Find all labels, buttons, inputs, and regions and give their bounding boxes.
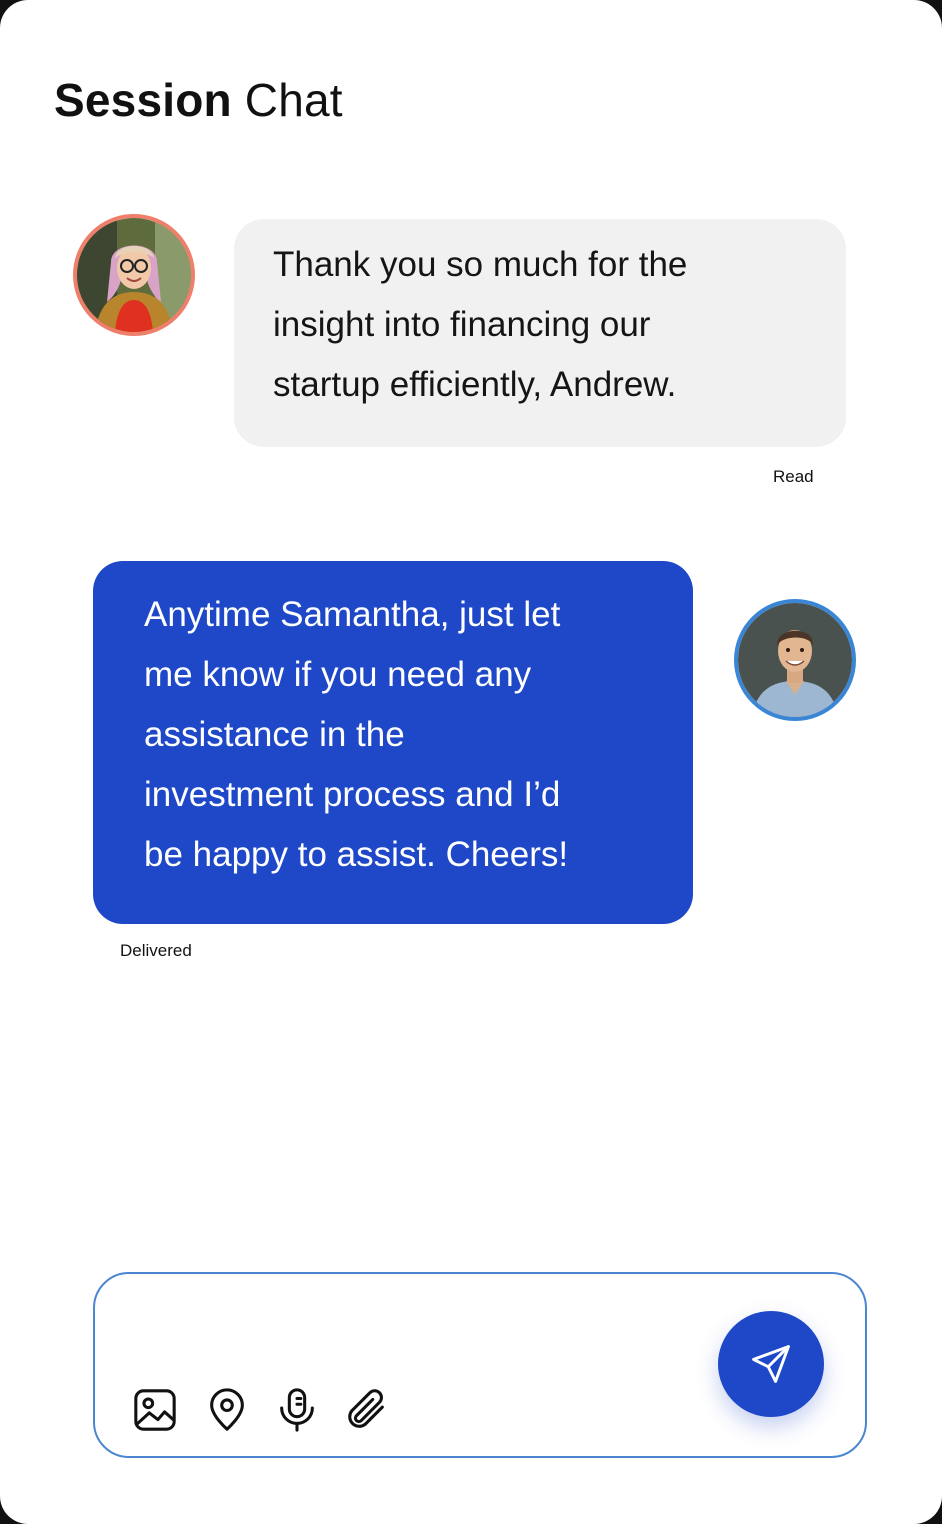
microphone-icon[interactable] xyxy=(273,1386,321,1434)
page-title: Session Chat xyxy=(54,72,343,128)
paperclip-icon[interactable] xyxy=(343,1386,391,1434)
message-line: assistance in the xyxy=(144,715,405,754)
avatar-andrew[interactable] xyxy=(734,599,856,721)
message-line: investment process and I’d xyxy=(144,775,561,814)
message-composer xyxy=(93,1272,867,1458)
image-icon[interactable] xyxy=(131,1386,179,1434)
message-line: insight into financing our xyxy=(273,305,651,344)
message-status-read: Read xyxy=(773,467,814,486)
message-line: me know if you need any xyxy=(144,655,532,694)
message-line: startup efficiently, Andrew. xyxy=(273,365,677,404)
send-icon xyxy=(752,1345,790,1383)
message-line: Thank you so much for the xyxy=(273,245,688,284)
message-input[interactable] xyxy=(133,1298,697,1360)
avatar-samantha[interactable] xyxy=(73,214,195,336)
message-line: be happy to assist. Cheers! xyxy=(144,835,569,874)
avatar-andrew-photo xyxy=(738,603,852,717)
send-button[interactable] xyxy=(718,1311,824,1417)
message-bubble-incoming[interactable]: Thank you so much for the insight into f… xyxy=(234,219,846,447)
message-status-delivered: Delivered xyxy=(120,941,192,960)
chat-panel: Session Chat Thank you so much for the i… xyxy=(0,0,942,1524)
location-pin-icon[interactable] xyxy=(203,1386,251,1434)
page-title-bold: Session xyxy=(54,74,232,126)
avatar-samantha-photo xyxy=(77,218,191,332)
message-line: Anytime Samantha, just let xyxy=(144,595,561,634)
message-bubble-outgoing[interactable]: Anytime Samantha, just let me know if yo… xyxy=(93,561,693,924)
page-title-regular: Chat xyxy=(244,74,343,126)
